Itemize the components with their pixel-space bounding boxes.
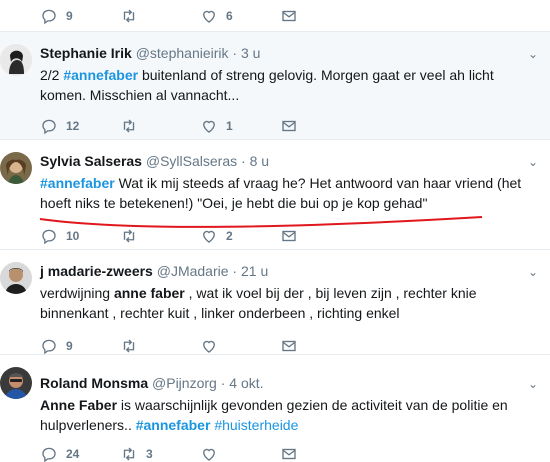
- red-underline-annotation: [39, 216, 483, 228]
- tweet-feed: 9 6 Stephanie Irik @stephanieirik · 3 u …: [0, 0, 550, 462]
